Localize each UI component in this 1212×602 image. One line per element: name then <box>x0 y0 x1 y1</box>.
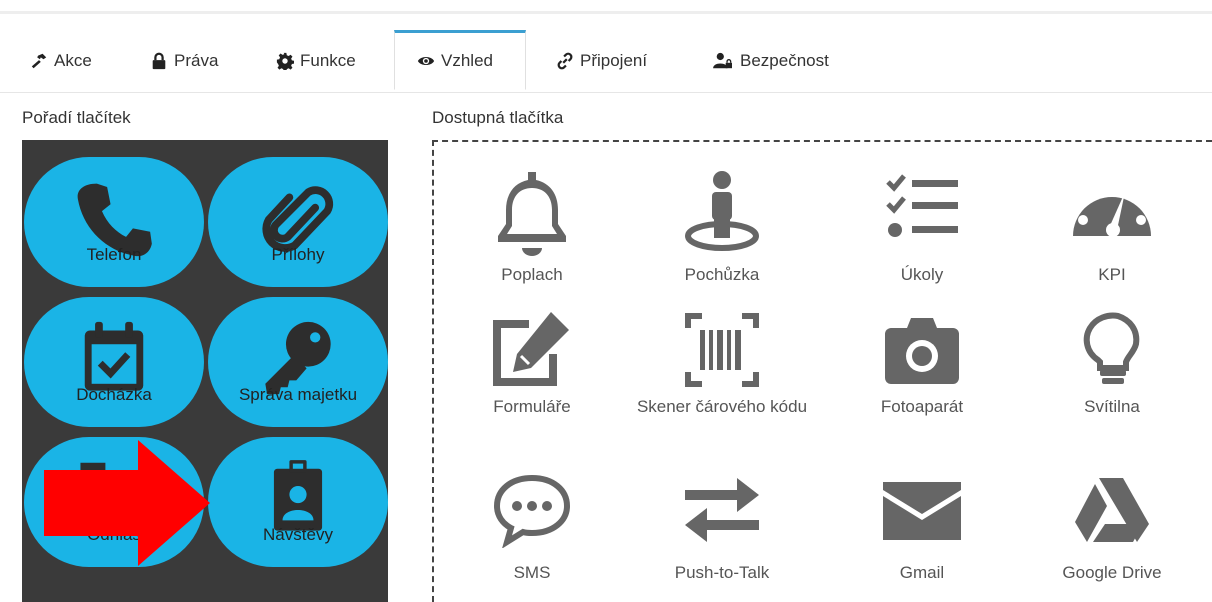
available-button-label: SMS <box>513 563 551 582</box>
order-button-label: Telefon <box>86 245 142 264</box>
street-view-icon <box>685 171 759 251</box>
order-button-sprava-majetku[interactable]: Správa majetku <box>208 297 388 427</box>
available-button-google-drive[interactable]: Google Drive <box>1022 472 1202 602</box>
dashboard-icon <box>1073 181 1151 237</box>
available-button-skener[interactable]: Skener čárového kódu <box>632 310 812 440</box>
available-button-poplach[interactable]: Poplach <box>442 170 622 300</box>
tab-label: Bezpečnost <box>740 51 829 70</box>
tab-funkce[interactable]: Funkce <box>276 32 356 90</box>
available-button-sms[interactable]: SMS <box>442 472 622 602</box>
barcode-icon <box>685 313 759 387</box>
google-drive-icon <box>1075 478 1149 542</box>
lock-icon <box>152 52 166 70</box>
edit-icon <box>493 312 569 386</box>
available-button-label: Push-to-Talk <box>674 563 770 582</box>
available-button-formulare[interactable]: Formuláře <box>442 310 622 440</box>
envelope-icon <box>883 482 961 540</box>
exchange-icon <box>685 478 759 542</box>
tab-label: Akce <box>54 51 92 70</box>
available-button-label: Skener čárového kódu <box>636 397 808 416</box>
order-button-telefon[interactable]: Telefon <box>24 157 204 287</box>
available-button-pochuzka[interactable]: Pochůzka <box>632 170 812 300</box>
tab-label: Funkce <box>300 51 356 70</box>
section-title-available-buttons: Dostupná tlačítka <box>432 108 564 127</box>
lightbulb-icon <box>1083 312 1140 384</box>
section-title-button-order: Pořadí tlačítek <box>22 108 131 127</box>
tab-label: Vzhled <box>441 51 493 70</box>
order-button-label: Návštěvy <box>263 525 333 544</box>
tab-label: Práva <box>174 51 219 70</box>
red-arrow-annotation <box>44 440 210 566</box>
available-button-label: Gmail <box>899 563 945 582</box>
tab-bar: Akce Práva Funkce Vzhled Připojení Bezpe… <box>0 30 1212 93</box>
hammer-icon <box>31 53 47 69</box>
tab-label: Připojení <box>580 51 648 70</box>
available-buttons-panel: Poplach Pochůzka Úkoly KPI Formuláře Ske… <box>432 140 1212 602</box>
order-button-dochazka[interactable]: Docházka <box>24 297 204 427</box>
order-button-navstevy[interactable]: Návštěvy <box>208 437 388 567</box>
available-button-label: Fotoaparát <box>880 397 964 416</box>
available-button-label: Poplach <box>501 265 563 284</box>
camera-icon <box>885 318 959 384</box>
available-button-fotoaparat[interactable]: Fotoaparát <box>832 310 1012 440</box>
chat-icon <box>493 474 571 548</box>
available-button-svitilna[interactable]: Svítilna <box>1022 310 1202 440</box>
tasks-icon <box>886 174 958 237</box>
available-button-push-to-talk[interactable]: Push-to-Talk <box>632 472 812 602</box>
available-button-gmail[interactable]: Gmail <box>832 472 1012 602</box>
order-button-label: Docházka <box>76 385 152 404</box>
gear-icon <box>276 52 294 70</box>
top-divider <box>0 0 1212 14</box>
tab-vzhled[interactable]: Vzhled <box>394 30 526 90</box>
tab-akce[interactable]: Akce <box>30 32 92 90</box>
tab-bezpecnost[interactable]: Bezpečnost <box>712 32 829 90</box>
available-button-label: Úkoly <box>900 265 944 284</box>
link-icon <box>557 52 573 70</box>
available-button-label: Pochůzka <box>684 265 760 284</box>
available-button-label: Google Drive <box>1062 563 1162 582</box>
bell-icon <box>498 172 566 256</box>
available-button-label: Svítilna <box>1084 397 1140 416</box>
tab-prava[interactable]: Práva <box>150 32 218 90</box>
available-button-label: Formuláře <box>493 397 571 416</box>
available-button-label: KPI <box>1098 265 1126 284</box>
tab-pripojeni[interactable]: Připojení <box>556 32 647 90</box>
available-button-ukoly[interactable]: Úkoly <box>832 170 1012 300</box>
order-button-label: Přílohy <box>271 245 325 264</box>
available-button-kpi[interactable]: KPI <box>1022 170 1202 300</box>
user-lock-icon <box>713 52 732 69</box>
order-button-label: Správa majetku <box>238 385 358 404</box>
order-button-prilohy[interactable]: Přílohy <box>208 157 388 287</box>
eye-icon <box>417 56 435 66</box>
